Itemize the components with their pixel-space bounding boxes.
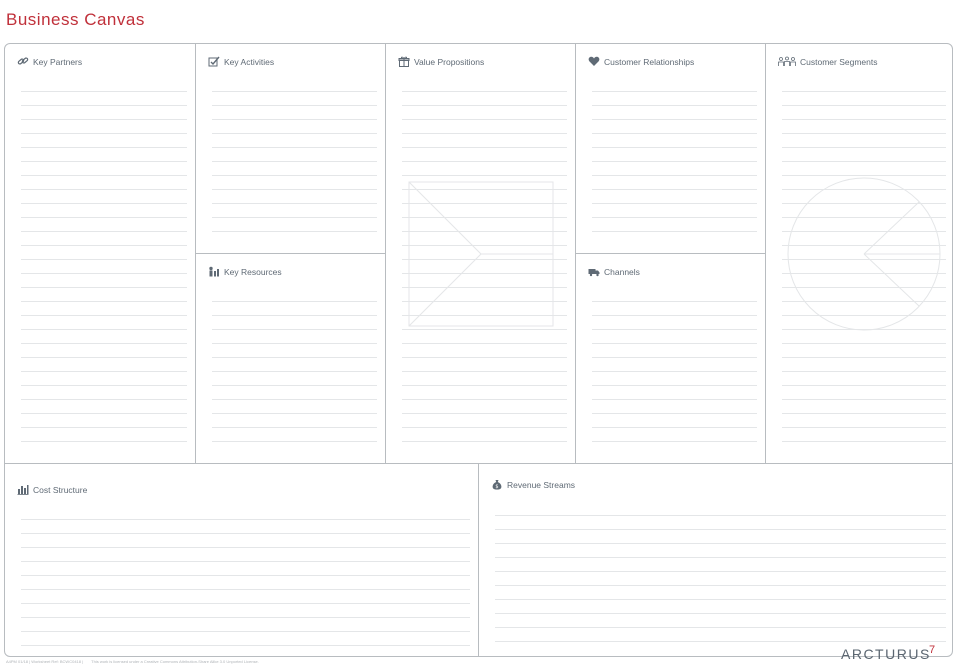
- customer-relationships-section: Customer Relationships: [576, 44, 766, 254]
- customer-segments-writing-lines[interactable]: [782, 78, 946, 455]
- cost-structure-section: Cost Structure: [5, 464, 479, 656]
- value-propositions-header: Value Propositions: [398, 56, 484, 67]
- heart-icon: [588, 56, 600, 66]
- revenue-streams-writing-lines[interactable]: [495, 502, 946, 650]
- people-icon: [778, 56, 796, 66]
- svg-text:$: $: [495, 484, 498, 490]
- channels-header: Channels: [588, 266, 640, 277]
- key-activities-writing-lines[interactable]: [212, 78, 377, 245]
- truck-icon: [588, 269, 600, 277]
- key-resources-header: Key Resources: [208, 266, 282, 277]
- gift-icon: [398, 56, 410, 67]
- bar-chart-icon: [17, 485, 29, 495]
- revenue-streams-header: $ Revenue Streams: [491, 479, 575, 490]
- key-partners-section: Key Partners: [5, 44, 196, 464]
- cost-structure-label: Cost Structure: [33, 484, 88, 495]
- key-activities-label: Key Activities: [224, 56, 275, 67]
- key-activities-header: Key Activities: [208, 56, 274, 67]
- business-canvas: Key Partners Key Activities Key Resource…: [4, 43, 953, 657]
- customer-segments-header: Customer Segments: [778, 56, 877, 67]
- page-title: Business Canvas: [6, 10, 145, 29]
- value-propositions-section: Value Propositions: [386, 44, 576, 464]
- cost-structure-writing-lines[interactable]: [21, 506, 470, 650]
- key-partners-header: Key Partners: [17, 56, 82, 67]
- key-partners-label: Key Partners: [33, 56, 83, 67]
- key-resources-section: Key Resources: [196, 254, 386, 464]
- customer-relationships-label: Customer Relationships: [604, 56, 695, 67]
- customer-relationships-header: Customer Relationships: [588, 56, 694, 67]
- footer-license: This work is licensed under a Creative C…: [91, 659, 259, 664]
- value-propositions-label: Value Propositions: [414, 56, 485, 67]
- brand-logo: ARCTURUS: [841, 646, 931, 662]
- revenue-streams-section: $ Revenue Streams: [479, 464, 952, 656]
- customer-relationships-writing-lines[interactable]: [592, 78, 757, 245]
- key-activities-section: Key Activities: [196, 44, 386, 254]
- channels-writing-lines[interactable]: [592, 288, 757, 455]
- money-bag-icon: $: [492, 480, 502, 490]
- brand-number: 7: [929, 644, 936, 656]
- revenue-streams-label: Revenue Streams: [507, 479, 576, 490]
- channels-label: Channels: [604, 266, 640, 277]
- channels-section: Channels: [576, 254, 766, 464]
- key-resources-label: Key Resources: [224, 266, 282, 277]
- resources-icon: [209, 266, 219, 277]
- footer-info: A4PM 01/18 | Worksheet Ref: BCWC0418 | T…: [6, 659, 259, 664]
- key-partners-writing-lines[interactable]: [21, 78, 187, 455]
- link-icon: [17, 57, 29, 65]
- customer-segments-label: Customer Segments: [800, 56, 878, 67]
- customer-segments-section: Customer Segments: [766, 44, 952, 464]
- footer-ref: A4PM 01/18 | Worksheet Ref: BCWC0418 |: [6, 659, 84, 664]
- key-resources-writing-lines[interactable]: [212, 288, 377, 455]
- checkbox-icon: [208, 56, 220, 67]
- cost-structure-header: Cost Structure: [17, 484, 87, 495]
- value-propositions-writing-lines[interactable]: [402, 78, 567, 455]
